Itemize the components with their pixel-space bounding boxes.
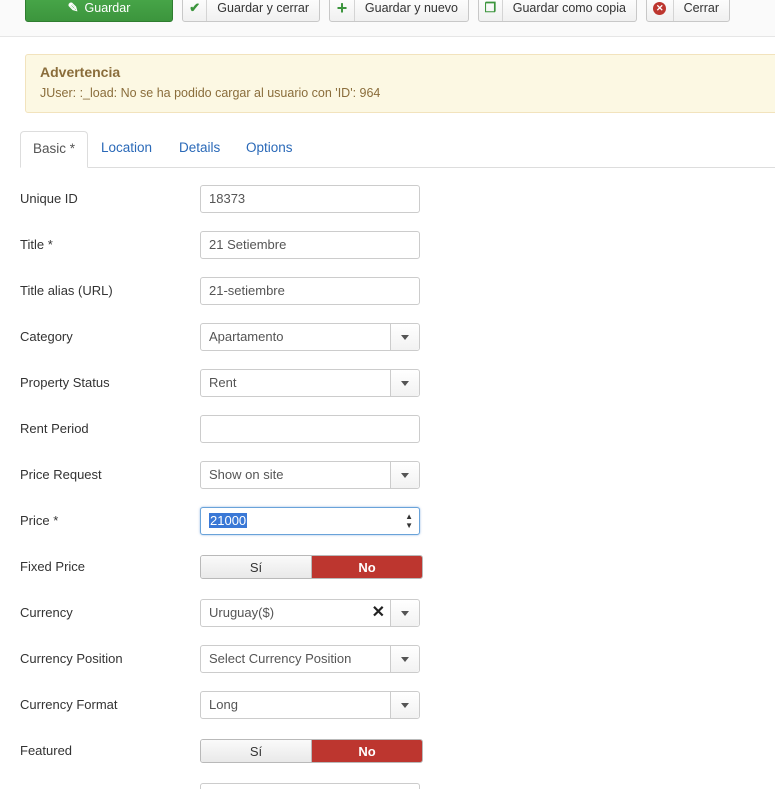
save-label: Guardar [84, 1, 131, 15]
price-request-value: Show on site [209, 467, 284, 482]
spinner-icon[interactable]: ▲ ▼ [405, 512, 413, 530]
alias-input[interactable]: 21-setiembre [200, 277, 420, 305]
save-copy-label: Guardar como copia [512, 1, 626, 15]
close-button[interactable]: ✕ Cerrar [646, 0, 730, 22]
featured-yes[interactable]: Sí [201, 740, 312, 762]
featured-toggle[interactable]: Sí No [200, 739, 423, 763]
row-price-request: Price Request Show on site [20, 461, 440, 489]
currency-format-value: Long [209, 697, 238, 712]
price-input[interactable]: 21000 ▲ ▼ [200, 507, 420, 535]
chevron-down-icon[interactable] [390, 646, 419, 672]
row-unique-id: Unique ID 18373 [20, 185, 440, 213]
chevron-down-icon[interactable] [390, 600, 419, 626]
property-status-value: Rent [209, 375, 237, 390]
fixed-price-toggle[interactable]: Sí No [200, 555, 423, 579]
save-close-label: Guardar y cerrar [217, 1, 309, 15]
fixed-price-yes[interactable]: Sí [201, 556, 312, 578]
property-status-select[interactable]: Rent [200, 369, 420, 397]
chevron-down-icon[interactable] [390, 370, 419, 396]
tab-options[interactable]: Options [234, 131, 305, 167]
unique-id-label: Unique ID [20, 191, 78, 206]
row-currency: Currency Uruguay($) ✕ [20, 599, 440, 627]
plus-icon: + [330, 0, 355, 21]
fixed-price-label: Fixed Price [20, 559, 86, 574]
currency-format-label: Currency Format [20, 697, 118, 712]
partial-field [200, 783, 420, 789]
tab-basic[interactable]: Basic * [20, 131, 89, 168]
price-label: Price * [20, 513, 59, 528]
currency-select[interactable]: Uruguay($) ✕ [200, 599, 420, 627]
row-currency-position: Currency Position Select Currency Positi… [20, 645, 440, 673]
toolbar: ✎ Guardar ✔ Guardar y cerrar + Guardar y… [0, 0, 775, 37]
currency-position-label: Currency Position [20, 651, 123, 666]
alert-title: Advertencia [40, 64, 121, 80]
rent-period-label: Rent Period [20, 421, 89, 436]
chevron-down-icon[interactable] [390, 324, 419, 350]
unique-id-input[interactable]: 18373 [200, 185, 420, 213]
currency-label: Currency [20, 605, 73, 620]
save-close-button[interactable]: ✔ Guardar y cerrar [182, 0, 320, 22]
tab-details[interactable]: Details [167, 131, 232, 167]
row-featured: Featured Sí No [20, 739, 440, 767]
featured-no[interactable]: No [312, 740, 422, 762]
row-category: Category Apartamento [20, 323, 440, 351]
row-property-status: Property Status Rent [20, 369, 440, 397]
warning-alert: Advertencia JUser: :_load: No se ha podi… [25, 54, 775, 113]
save-new-label: Guardar y nuevo [364, 1, 458, 15]
currency-position-select[interactable]: Select Currency Position [200, 645, 420, 673]
close-label: Cerrar [683, 1, 719, 15]
close-icon: ✕ [647, 0, 674, 21]
price-value: 21000 [209, 513, 248, 528]
row-alias: Title alias (URL) 21-setiembre [20, 277, 440, 305]
chevron-down-icon[interactable] [390, 692, 419, 718]
alert-message: JUser: :_load: No se ha podido cargar al… [40, 86, 381, 100]
clear-icon[interactable]: ✕ [372, 600, 385, 626]
category-label: Category [20, 329, 73, 344]
alias-label: Title alias (URL) [20, 283, 113, 298]
category-select[interactable]: Apartamento [200, 323, 420, 351]
currency-position-value: Select Currency Position [209, 651, 352, 666]
row-currency-format: Currency Format Long [20, 691, 440, 719]
title-label: Title * [20, 237, 53, 252]
edit-icon: ✎ [67, 0, 79, 15]
row-price: Price * 21000 ▲ ▼ [20, 507, 440, 535]
save-button[interactable]: ✎ Guardar [25, 0, 173, 22]
row-fixed-price: Fixed Price Sí No [20, 555, 440, 583]
price-request-label: Price Request [20, 467, 102, 482]
currency-format-select[interactable]: Long [200, 691, 420, 719]
save-copy-button[interactable]: ❐ Guardar como copia [478, 0, 637, 22]
tab-bar: Basic * Location Details Options [20, 131, 775, 168]
copy-icon: ❐ [479, 0, 503, 21]
row-rent-period: Rent Period [20, 415, 440, 443]
save-new-button[interactable]: + Guardar y nuevo [329, 0, 469, 22]
fixed-price-no[interactable]: No [312, 556, 422, 578]
chevron-down-icon[interactable] [390, 462, 419, 488]
title-input[interactable]: 21 Setiembre [200, 231, 420, 259]
featured-label: Featured [20, 743, 73, 758]
price-request-select[interactable]: Show on site [200, 461, 420, 489]
rent-period-input[interactable] [200, 415, 420, 443]
currency-value: Uruguay($) [209, 605, 275, 620]
category-value: Apartamento [209, 329, 284, 344]
check-icon: ✔ [183, 0, 208, 21]
tab-location[interactable]: Location [89, 131, 164, 167]
row-title: Title * 21 Setiembre [20, 231, 440, 259]
property-status-label: Property Status [20, 375, 110, 390]
